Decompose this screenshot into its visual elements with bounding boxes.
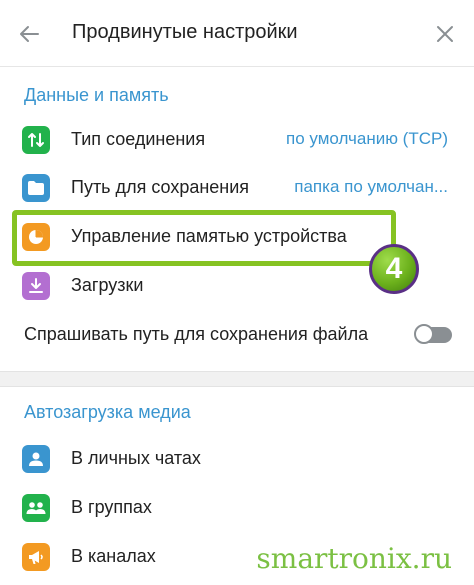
ask-path-toggle[interactable] [414,324,452,344]
header: Продвинутые настройки [0,0,474,67]
page-title: Продвинутые настройки [72,21,298,43]
close-button[interactable] [430,19,460,49]
setting-save-path[interactable]: Путь для сохранения папка по умолчан... [0,166,474,210]
toggle-knob [414,324,434,344]
step-number-badge: 4 [369,244,419,294]
setting-groups[interactable]: В группах [0,486,474,530]
back-button[interactable] [14,19,44,49]
setting-label: В группах [71,497,152,517]
section-title-data-memory: Данные и память [24,85,169,105]
megaphone-icon [22,543,50,571]
setting-label: Путь для сохранения [71,177,250,197]
setting-private-chats[interactable]: В личных чатах [0,437,474,481]
group-icon [22,494,50,522]
setting-ask-save-path[interactable]: Спрашивать путь для сохранения файла [0,313,474,357]
close-icon [437,26,453,42]
setting-connection-type[interactable]: Тип соединения по умолчанию (TCP) [0,118,474,162]
folder-icon [22,174,50,202]
setting-label: Спрашивать путь для сохранения файла [24,324,369,344]
person-icon [22,445,50,473]
setting-value: папка по умолчан... [294,177,448,196]
arrows-updown-icon [22,126,50,154]
setting-value: по умолчанию (TCP) [286,129,448,148]
setting-label: В личных чатах [71,448,201,468]
section-divider [0,371,474,387]
section-title-autodownload: Автозагрузка медиа [24,402,191,422]
highlight-frame [12,210,396,266]
watermark: smartronix.ru [256,542,452,575]
setting-label: Загрузки [71,275,144,295]
arrow-left-icon [20,26,39,42]
download-icon [22,272,50,300]
setting-label: Тип соединения [71,129,206,149]
setting-label: В каналах [71,546,156,566]
